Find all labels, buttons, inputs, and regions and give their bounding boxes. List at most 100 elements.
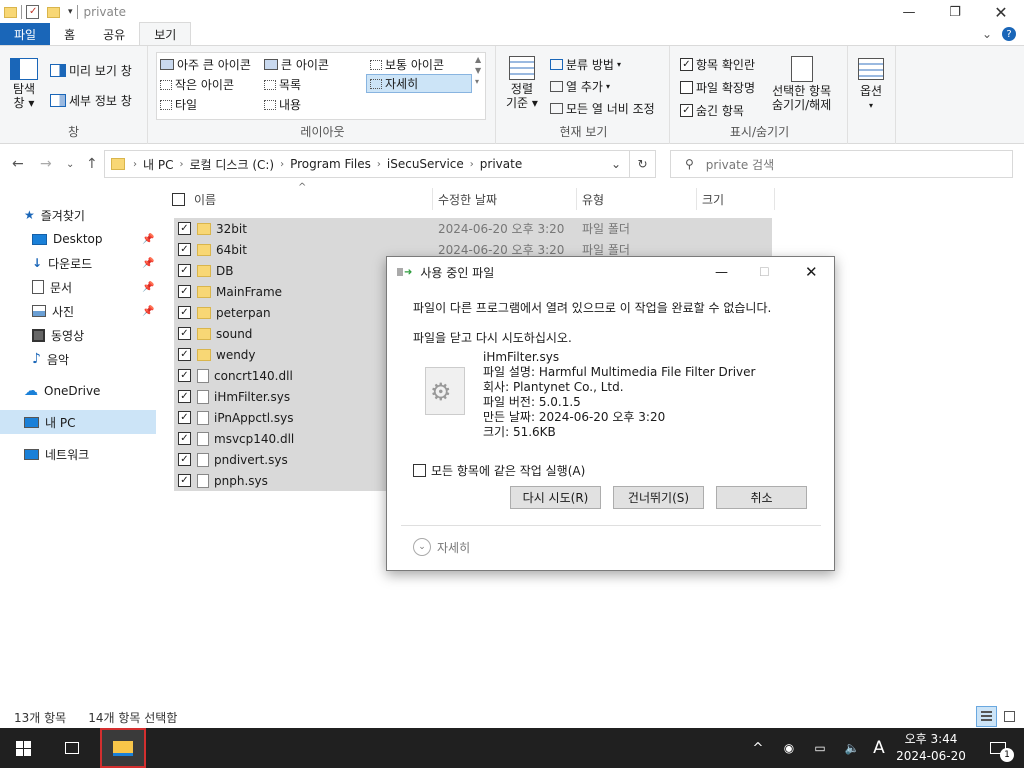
- start-button[interactable]: [0, 728, 46, 768]
- address-bar[interactable]: › 내 PC › 로컬 디스크 (C:) › Program Files › i…: [104, 150, 630, 178]
- content-option[interactable]: 내용: [264, 96, 301, 113]
- nav-downloads[interactable]: ↓ 다운로드: [32, 252, 92, 274]
- large-icons-option[interactable]: 큰 아이콘: [264, 56, 329, 73]
- nav-pictures[interactable]: 사진: [32, 300, 74, 322]
- tab-view[interactable]: 보기: [139, 22, 192, 45]
- column-divider[interactable]: [576, 188, 577, 210]
- column-divider[interactable]: [696, 188, 697, 210]
- table-row[interactable]: ✓ 32bit 2024-06-20 오후 3:20 파일 폴더: [174, 218, 772, 239]
- details-option[interactable]: 자세히: [366, 74, 472, 93]
- size-all-columns-button[interactable]: 모든 열 너비 조정: [550, 100, 655, 117]
- row-checkbox[interactable]: ✓: [178, 474, 191, 487]
- hidden-items-toggle[interactable]: ✓ 숨긴 항목: [680, 102, 744, 119]
- nav-documents[interactable]: 문서: [32, 276, 72, 298]
- more-details-toggle[interactable]: ⌄ 자세히: [413, 538, 470, 556]
- hide-selected-button[interactable]: 선택한 항목 숨기기/해제: [772, 56, 831, 112]
- list-option[interactable]: 목록: [264, 76, 301, 93]
- column-divider[interactable]: [432, 188, 433, 210]
- pin-icon[interactable]: 📌: [142, 258, 154, 269]
- recent-locations-icon[interactable]: ⌄: [66, 159, 74, 170]
- layout-scroll-icon[interactable]: ▲ ▼ ▾: [475, 54, 481, 87]
- dialog-maximize-button[interactable]: ☐: [759, 265, 770, 279]
- extra-large-icons-option[interactable]: 아주 큰 아이콘: [160, 56, 251, 73]
- tiles-option[interactable]: 타일: [160, 96, 197, 113]
- notification-center-button[interactable]: 1: [980, 728, 1016, 768]
- network-status-icon[interactable]: ▭: [808, 728, 832, 768]
- up-icon[interactable]: ↑: [86, 156, 98, 172]
- details-pane-button[interactable]: 세부 정보 창: [50, 92, 132, 109]
- row-checkbox[interactable]: ✓: [178, 222, 191, 235]
- volume-icon[interactable]: 🔈: [840, 728, 864, 768]
- close-button[interactable]: ✕: [978, 0, 1024, 24]
- skip-button[interactable]: 건너뛰기(S): [613, 486, 704, 509]
- row-checkbox[interactable]: ✓: [178, 369, 191, 382]
- row-checkbox[interactable]: ✓: [178, 411, 191, 424]
- maximize-button[interactable]: ❐: [932, 0, 978, 24]
- show-hidden-icons-button[interactable]: ^: [748, 728, 768, 768]
- details-view-toggle[interactable]: [976, 706, 997, 727]
- select-all-checkbox[interactable]: [172, 186, 185, 212]
- properties-icon[interactable]: ✓: [26, 5, 39, 19]
- column-header-date[interactable]: 수정한 날짜: [438, 186, 497, 212]
- row-checkbox[interactable]: ✓: [178, 453, 191, 466]
- tab-share[interactable]: 공유: [89, 23, 139, 45]
- retry-button[interactable]: 다시 시도(R): [510, 486, 601, 509]
- small-icons-option[interactable]: 작은 아이콘: [160, 76, 234, 93]
- minimize-button[interactable]: —: [886, 0, 932, 24]
- nav-music[interactable]: ♪ 음악: [32, 348, 69, 370]
- file-extensions-toggle[interactable]: 파일 확장명: [680, 79, 755, 96]
- breadcrumb-private[interactable]: private: [480, 157, 522, 171]
- column-divider[interactable]: [774, 188, 775, 210]
- large-icons-view-toggle[interactable]: [1000, 707, 1020, 727]
- row-checkbox[interactable]: ✓: [178, 285, 191, 298]
- dialog-minimize-button[interactable]: —: [715, 265, 728, 280]
- pin-icon[interactable]: 📌: [142, 234, 154, 245]
- apply-all-checkbox[interactable]: 모든 항목에 같은 작업 실행(A): [413, 462, 585, 479]
- dialog-close-button[interactable]: ✕: [805, 263, 818, 281]
- add-columns-button[interactable]: 열 추가 ▾: [550, 78, 610, 95]
- back-icon[interactable]: ←: [12, 156, 24, 172]
- preview-pane-button[interactable]: 미리 보기 창: [50, 62, 132, 79]
- breadcrumb-local-disk[interactable]: 로컬 디스크 (C:): [189, 156, 274, 173]
- input-method-indicator[interactable]: A: [868, 728, 890, 768]
- tab-file[interactable]: 파일: [0, 23, 51, 45]
- column-header-name[interactable]: 이름: [194, 186, 216, 212]
- refresh-button[interactable]: ↻: [630, 150, 656, 178]
- qat-dropdown-icon[interactable]: ▾: [68, 7, 73, 17]
- nav-onedrive[interactable]: ☁ OneDrive: [24, 380, 100, 402]
- forward-icon[interactable]: →: [40, 156, 52, 172]
- search-input[interactable]: ⚲ private 검색: [670, 150, 1013, 178]
- nav-pane-button[interactable]: 탐색 창 ▾: [10, 58, 38, 110]
- row-checkbox[interactable]: ✓: [178, 243, 191, 256]
- pin-icon[interactable]: 📌: [142, 282, 154, 293]
- task-view-button[interactable]: [50, 728, 94, 768]
- new-folder-icon[interactable]: [47, 6, 60, 18]
- group-by-button[interactable]: 분류 방법 ▾: [550, 56, 621, 73]
- nav-desktop[interactable]: Desktop: [32, 228, 103, 250]
- column-header-type[interactable]: 유형: [582, 186, 604, 212]
- sort-by-button[interactable]: 정렬 기준 ▾: [506, 56, 538, 110]
- options-button[interactable]: 옵션 ▾: [858, 58, 884, 110]
- clock[interactable]: 오후 3:44 2024-06-20: [892, 728, 970, 768]
- address-dropdown-icon[interactable]: ⌄: [611, 157, 621, 171]
- cancel-button[interactable]: 취소: [716, 486, 807, 509]
- row-checkbox[interactable]: ✓: [178, 390, 191, 403]
- meet-now-icon[interactable]: ◉: [778, 728, 800, 768]
- breadcrumb-isecuservice[interactable]: iSecuService: [387, 157, 464, 171]
- pin-icon[interactable]: 📌: [142, 306, 154, 317]
- nav-network[interactable]: 네트워크: [24, 443, 89, 465]
- nav-quick-access[interactable]: ★ 즐겨찾기: [24, 204, 85, 226]
- row-checkbox[interactable]: ✓: [178, 432, 191, 445]
- nav-this-pc[interactable]: 내 PC: [24, 411, 75, 433]
- column-header-size[interactable]: 크기: [702, 186, 724, 212]
- nav-videos[interactable]: 동영상: [32, 324, 84, 346]
- help-icon[interactable]: ?: [1002, 27, 1016, 41]
- breadcrumb-this-pc[interactable]: 내 PC: [143, 156, 173, 173]
- row-checkbox[interactable]: ✓: [178, 348, 191, 361]
- medium-icons-option[interactable]: 보통 아이콘: [370, 56, 444, 73]
- taskbar-file-explorer[interactable]: [100, 728, 146, 768]
- row-checkbox[interactable]: ✓: [178, 306, 191, 319]
- ribbon-collapse-icon[interactable]: ⌄: [982, 27, 992, 41]
- row-checkbox[interactable]: ✓: [178, 327, 191, 340]
- breadcrumb-program-files[interactable]: Program Files: [290, 157, 371, 171]
